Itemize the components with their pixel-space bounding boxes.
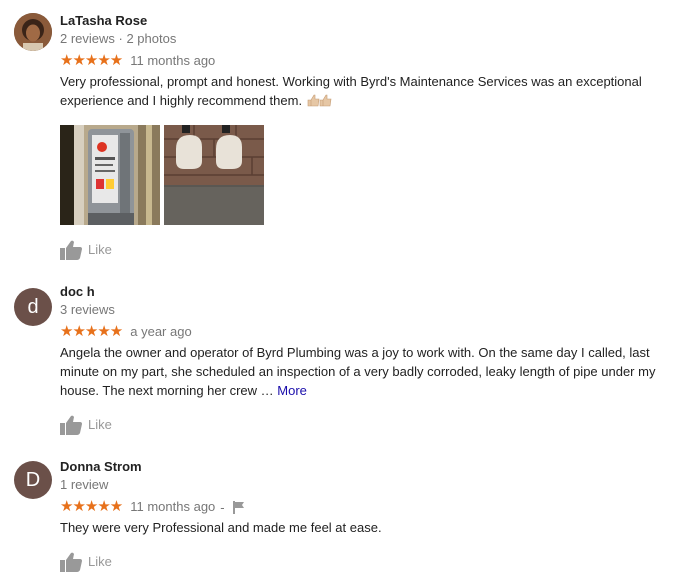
review-photo[interactable]	[60, 125, 160, 225]
like-button[interactable]: Like	[60, 552, 670, 572]
review-text: Very professional, prompt and honest. Wo…	[60, 72, 670, 112]
review-date: a year ago	[130, 324, 192, 339]
review-date: 11 months ago	[130, 53, 216, 68]
like-label: Like	[88, 242, 112, 257]
avatar[interactable]: D	[14, 461, 52, 499]
avatar[interactable]: d	[14, 288, 52, 326]
avatar-letter: D	[25, 468, 41, 491]
review-text: Angela the owner and operator of Byrd Pl…	[60, 345, 656, 398]
reviewer-stats: 1 review	[60, 477, 109, 492]
like-label: Like	[88, 417, 112, 432]
avatar-letter: d	[27, 295, 39, 318]
avatar-photo-icon	[14, 13, 52, 51]
thumbs-up-icon	[60, 240, 82, 260]
like-button[interactable]: Like	[60, 415, 670, 435]
flag-icon[interactable]	[232, 500, 245, 514]
review-date: 11 months ago	[130, 499, 216, 514]
separator: -	[220, 499, 225, 515]
reviewer-stats: 3 reviews	[60, 302, 115, 317]
reviewer-name[interactable]: Donna Strom	[60, 459, 670, 475]
like-label: Like	[88, 554, 112, 569]
reviewer-name[interactable]: doc h	[60, 284, 670, 300]
avatar[interactable]	[14, 13, 52, 51]
thumbs-up-icon	[60, 552, 82, 572]
star-rating: ★★★★★	[60, 498, 123, 515]
review-text: They were very Professional and made me …	[60, 520, 382, 535]
thumbs-up-icon	[60, 415, 82, 435]
water-heater-photo-icon	[60, 125, 160, 225]
star-rating: ★★★★★	[60, 52, 123, 69]
reviewer-name[interactable]: LaTasha Rose	[60, 13, 670, 29]
review-photo[interactable]	[164, 125, 264, 225]
more-link[interactable]: More	[277, 383, 307, 398]
reviewer-stats: 2 reviews · 2 photos	[60, 31, 177, 46]
like-button[interactable]: Like	[60, 240, 670, 260]
review-photos	[60, 125, 670, 225]
pipe-photo-icon	[164, 125, 264, 225]
thumbs-up-emoji-icon	[306, 93, 332, 112]
star-rating: ★★★★★	[60, 323, 123, 340]
